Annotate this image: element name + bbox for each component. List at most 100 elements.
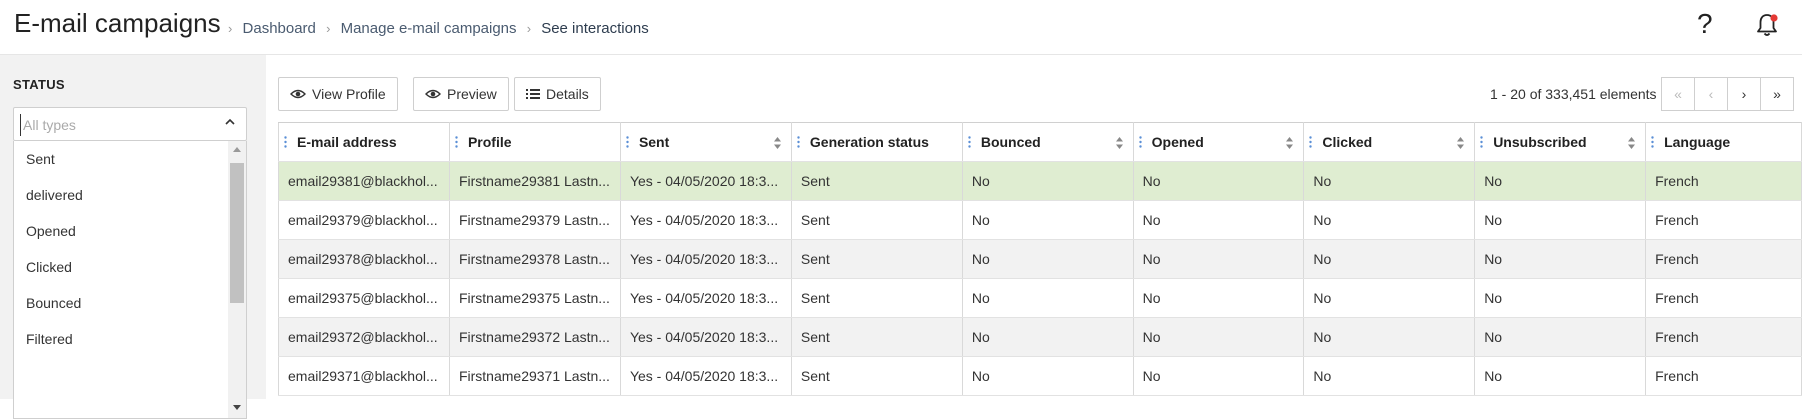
- table-cell: No: [1133, 356, 1305, 396]
- table-row[interactable]: email29378@blackhol... Firstname29378 Las…: [278, 239, 1802, 279]
- table-header-row: E-mail address Profile Sent Generation s…: [278, 122, 1802, 162]
- table-cell: Yes - 04/05/2020 18:3...: [620, 356, 792, 396]
- details-button[interactable]: Details: [514, 77, 601, 111]
- table-cell: French: [1645, 200, 1802, 240]
- table-body: email29381@blackhol... Firstname29381 Las…: [278, 161, 1802, 396]
- column-label: Unsubscribed: [1493, 134, 1587, 150]
- pagination-controls: « ‹ › »: [1661, 77, 1794, 111]
- view-profile-label: View Profile: [312, 86, 386, 102]
- table-cell: Sent: [791, 200, 963, 240]
- drag-handle-icon[interactable]: [1308, 136, 1313, 148]
- column-label: Sent: [638, 134, 670, 150]
- table-row[interactable]: email29375@blackhol... Firstname29375 Las…: [278, 278, 1802, 318]
- drag-handle-icon[interactable]: [625, 136, 630, 148]
- table-cell: Yes - 04/05/2020 18:3...: [620, 200, 792, 240]
- scrollbar-thumb[interactable]: [230, 163, 244, 303]
- table-cell: No: [962, 239, 1134, 279]
- question-mark-icon[interactable]: ?: [1697, 8, 1713, 40]
- page-title: E-mail campaigns: [14, 8, 221, 38]
- drag-handle-icon[interactable]: [1650, 136, 1655, 148]
- drag-handle-icon[interactable]: [1479, 136, 1484, 148]
- table-row[interactable]: email29371@blackhol... Firstname29371 Las…: [278, 356, 1802, 396]
- table-cell: email29372@blackhol...: [278, 317, 450, 357]
- column-header-generation-status[interactable]: Generation status: [791, 122, 963, 162]
- status-option-sent[interactable]: Sent: [14, 141, 246, 177]
- table-cell: Yes - 04/05/2020 18:3...: [620, 317, 792, 357]
- column-header-email[interactable]: E-mail address: [278, 122, 450, 162]
- table-cell: Sent: [791, 161, 963, 201]
- table-cell: Yes - 04/05/2020 18:3...: [620, 278, 792, 318]
- previous-page-icon[interactable]: ‹: [1694, 77, 1728, 111]
- drag-handle-icon[interactable]: [283, 136, 288, 148]
- drag-handle-icon[interactable]: [967, 136, 972, 148]
- table-cell: No: [1303, 239, 1476, 279]
- table-cell: French: [1645, 161, 1802, 201]
- list-icon: [526, 89, 540, 99]
- sort-icon[interactable]: [1285, 136, 1294, 150]
- dropdown-scrollbar[interactable]: [228, 141, 246, 418]
- column-header-profile[interactable]: Profile: [449, 122, 621, 162]
- table-cell: No: [1303, 161, 1476, 201]
- status-options-list: Sent delivered Opened Clicked Bounced Fi…: [13, 141, 247, 419]
- sort-icon[interactable]: [1456, 136, 1465, 150]
- table-cell: No: [1303, 200, 1476, 240]
- table-cell: French: [1645, 239, 1802, 279]
- last-page-icon[interactable]: »: [1760, 77, 1794, 111]
- column-label: Bounced: [980, 134, 1041, 150]
- column-header-sent[interactable]: Sent: [620, 122, 792, 162]
- column-header-clicked[interactable]: Clicked: [1303, 122, 1476, 162]
- breadcrumb-manage-campaigns[interactable]: Manage e-mail campaigns: [341, 20, 517, 37]
- chevron-up-icon[interactable]: [224, 116, 236, 128]
- column-header-unsubscribed[interactable]: Unsubscribed: [1474, 122, 1647, 162]
- status-option-clicked[interactable]: Clicked: [14, 249, 246, 285]
- scroll-up-arrow-icon[interactable]: [233, 147, 241, 152]
- table-cell: No: [962, 200, 1134, 240]
- table-cell: No: [1474, 317, 1647, 357]
- breadcrumb-dashboard[interactable]: Dashboard: [243, 20, 316, 37]
- table-cell: No: [962, 278, 1134, 318]
- table-cell: No: [1303, 317, 1476, 357]
- column-label: Profile: [467, 134, 512, 150]
- status-option-delivered[interactable]: delivered: [14, 177, 246, 213]
- column-header-opened[interactable]: Opened: [1133, 122, 1305, 162]
- column-header-language[interactable]: Language: [1645, 122, 1802, 162]
- table-cell: email29375@blackhol...: [278, 278, 450, 318]
- drag-handle-icon[interactable]: [796, 136, 801, 148]
- table-cell: Firstname29379 Lastn...: [449, 200, 621, 240]
- status-option-bounced[interactable]: Bounced: [14, 285, 246, 321]
- table-cell: No: [1474, 239, 1647, 279]
- status-option-opened[interactable]: Opened: [14, 213, 246, 249]
- sort-icon[interactable]: [1115, 136, 1124, 150]
- next-page-icon[interactable]: ›: [1727, 77, 1761, 111]
- details-label: Details: [546, 86, 589, 102]
- drag-handle-icon[interactable]: [1138, 136, 1143, 148]
- column-label: E-mail address: [297, 134, 397, 150]
- breadcrumb-separator: ›: [228, 21, 233, 36]
- table-cell: Firstname29371 Lastn...: [449, 356, 621, 396]
- table-cell: email29378@blackhol...: [278, 239, 450, 279]
- preview-button[interactable]: Preview: [413, 77, 509, 111]
- table-cell: No: [1303, 278, 1476, 318]
- bell-icon[interactable]: [1754, 12, 1780, 38]
- drag-handle-icon[interactable]: [454, 136, 459, 148]
- table-cell: Firstname29375 Lastn...: [449, 278, 621, 318]
- table-row[interactable]: email29372@blackhol... Firstname29372 Las…: [278, 317, 1802, 357]
- table-cell: French: [1645, 278, 1802, 318]
- table-row[interactable]: email29381@blackhol... Firstname29381 Las…: [278, 161, 1802, 201]
- table-cell: French: [1645, 356, 1802, 396]
- status-search-input[interactable]: [20, 114, 215, 136]
- sort-icon[interactable]: [773, 136, 782, 150]
- status-select[interactable]: [13, 107, 247, 141]
- table-cell: No: [1303, 356, 1476, 396]
- breadcrumb: › Dashboard › Manage e-mail campaigns › …: [222, 20, 649, 37]
- table-cell: Sent: [791, 356, 963, 396]
- sort-icon[interactable]: [1627, 136, 1636, 150]
- first-page-icon[interactable]: «: [1661, 77, 1695, 111]
- table-cell: No: [1133, 239, 1305, 279]
- scroll-down-arrow-icon[interactable]: [233, 405, 241, 410]
- view-profile-button[interactable]: View Profile: [278, 77, 398, 111]
- table-row[interactable]: email29379@blackhol... Firstname29379 Las…: [278, 200, 1802, 240]
- table-cell: French: [1645, 317, 1802, 357]
- status-option-filtered[interactable]: Filtered: [14, 321, 246, 357]
- column-header-bounced[interactable]: Bounced: [962, 122, 1134, 162]
